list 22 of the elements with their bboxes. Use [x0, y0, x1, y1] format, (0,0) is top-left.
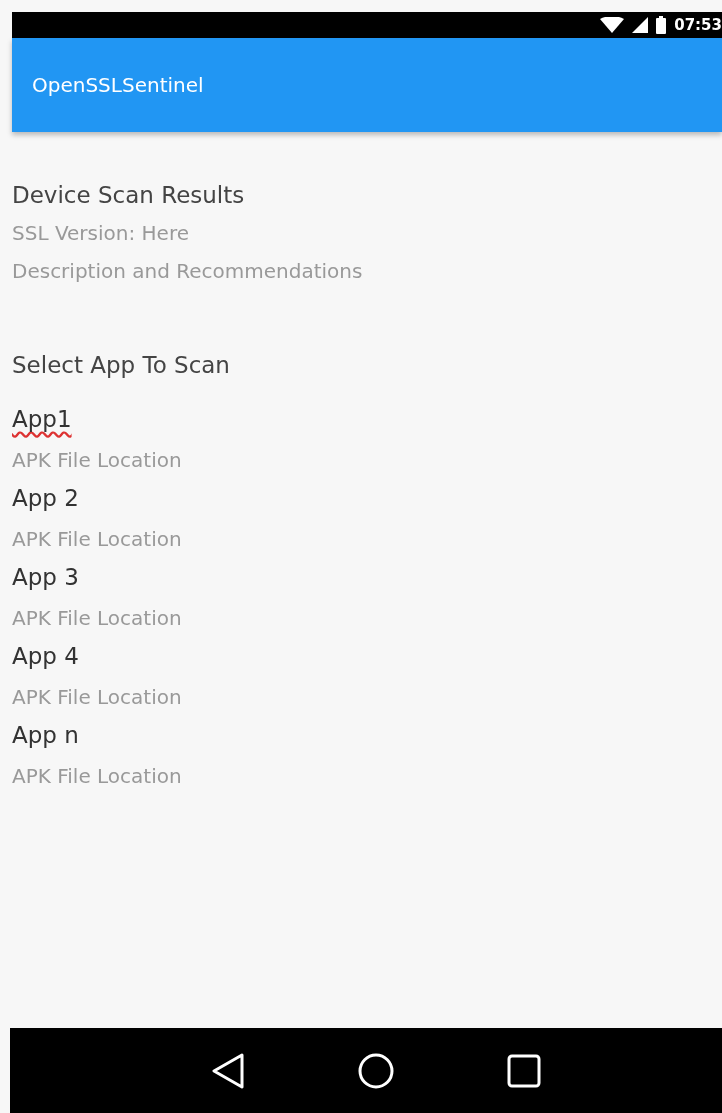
home-icon[interactable] [357, 1051, 395, 1090]
app-name[interactable]: App1 [12, 406, 72, 432]
recents-icon[interactable] [507, 1053, 541, 1088]
app-name[interactable]: App n [12, 722, 79, 748]
results-heading: Device Scan Results [12, 181, 245, 210]
apk-location: APK File Location [12, 447, 182, 474]
status-time: 07:53 [674, 16, 722, 34]
apk-location: APK File Location [12, 684, 182, 711]
signal-icon [632, 17, 649, 33]
app-name[interactable]: App 4 [12, 643, 79, 669]
back-icon[interactable] [211, 1052, 245, 1089]
result-text: SSL Version: Here [12, 220, 189, 247]
app-name[interactable]: App 2 [12, 485, 79, 511]
wifi-icon [600, 17, 625, 33]
battery-icon [656, 16, 667, 34]
apk-location: APK File Location [12, 763, 182, 790]
apk-location: APK File Location [12, 526, 182, 553]
apk-location: APK File Location [12, 605, 182, 632]
result-text: Description and Recommendations [12, 258, 363, 285]
section-heading: Select App To Scan [12, 351, 230, 380]
app-name[interactable]: App 3 [12, 564, 79, 590]
app-title: OpenSSLSentinel [32, 73, 204, 97]
